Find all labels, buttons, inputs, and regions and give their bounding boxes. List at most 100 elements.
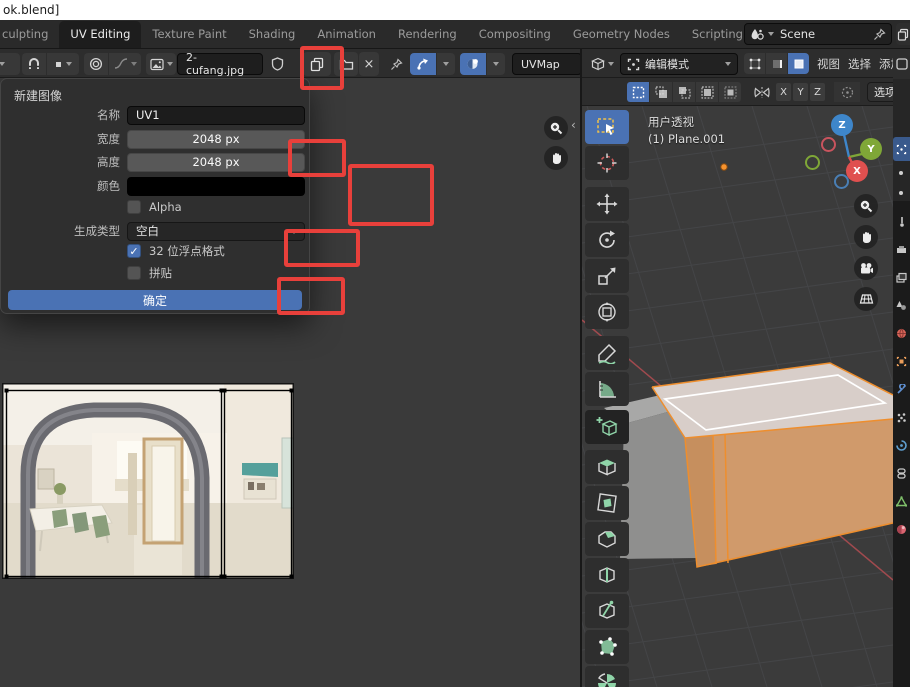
tiled-checkbox[interactable]	[127, 266, 141, 280]
select-new-button[interactable]	[627, 82, 649, 102]
select-invert-button[interactable]	[696, 82, 718, 102]
face-select-mode[interactable]	[788, 53, 809, 74]
tool-annotate[interactable]	[585, 336, 629, 370]
properties-tab-view-layer[interactable]	[896, 272, 907, 283]
vertex-select-mode[interactable]	[744, 53, 765, 74]
mirror-z-button[interactable]: Z	[810, 83, 825, 101]
tab-uv-editing[interactable]: UV Editing	[59, 21, 141, 48]
browse-image-button[interactable]	[146, 53, 176, 75]
new-image-button[interactable]	[303, 52, 331, 76]
proportional-falloff-button[interactable]	[834, 82, 860, 102]
tab-geometry-nodes[interactable]: Geometry Nodes	[562, 21, 681, 48]
gizmo-neg-y[interactable]	[805, 155, 820, 170]
tool-loop-cut[interactable]	[585, 558, 629, 592]
unlink-image-button[interactable]: ×	[359, 52, 379, 76]
tab-texture-paint[interactable]: Texture Paint	[141, 21, 237, 48]
select-subtract-button[interactable]	[673, 82, 695, 102]
uv-image-canvas[interactable]	[2, 383, 294, 579]
height-field[interactable]: 2048 px	[127, 153, 305, 172]
tool-knife[interactable]	[585, 594, 629, 628]
tool-extrude-region[interactable]	[585, 450, 629, 484]
tool-bevel[interactable]	[585, 522, 629, 556]
tab-shading[interactable]: Shading	[238, 21, 307, 48]
pin-icon[interactable]	[873, 28, 891, 41]
outliner-selected-item[interactable]	[893, 137, 910, 161]
tool-spin[interactable]	[585, 666, 629, 687]
properties-tab-output[interactable]	[896, 244, 907, 255]
properties-tab-modifiers[interactable]	[896, 384, 907, 395]
viewport-zoom-button[interactable]	[854, 194, 878, 218]
tool-measure[interactable]	[585, 372, 629, 406]
float-format-checkbox[interactable]: ✓	[127, 244, 141, 258]
properties-tab-object[interactable]	[896, 356, 907, 367]
pin-id-button[interactable]	[386, 53, 406, 75]
snap-target-dropdown[interactable]	[47, 53, 79, 75]
snap-toggle[interactable]	[22, 53, 46, 75]
generated-type-dropdown[interactable]: 空白	[127, 222, 305, 241]
viewport-editor-type-button[interactable]	[586, 53, 618, 75]
tool-poly-build[interactable]	[585, 630, 629, 664]
uv-editor-area[interactable]: ‹ 新建图像 名称 UV1 宽度 2048 px 高度 2048 px 颜色 A…	[0, 78, 580, 687]
mirror-y-button[interactable]: Y	[793, 83, 808, 101]
menu-view[interactable]: 视图	[817, 56, 840, 72]
outliner-item-dot[interactable]	[899, 191, 903, 195]
display-channels-caret[interactable]	[487, 53, 505, 75]
width-field[interactable]: 2048 px	[127, 130, 305, 149]
tab-compositing[interactable]: Compositing	[468, 21, 562, 48]
viewport-ortho-button[interactable]	[854, 287, 878, 311]
gizmo-y-ball[interactable]: Y	[860, 138, 882, 160]
mirror-x-button[interactable]: X	[776, 83, 791, 101]
uv-zoom-button[interactable]	[544, 116, 568, 140]
uv-select-mode-caret[interactable]	[437, 53, 455, 75]
tool-inset-faces[interactable]	[585, 486, 629, 520]
gizmo-neg-x[interactable]	[821, 137, 836, 152]
alpha-checkbox[interactable]	[127, 200, 141, 214]
tab-animation[interactable]: Animation	[306, 21, 387, 48]
scene-selector[interactable]: Scene	[744, 23, 892, 45]
mirror-toggle[interactable]	[750, 82, 774, 102]
tab-scripting[interactable]: Scripting	[681, 21, 754, 48]
properties-tab-world[interactable]	[896, 328, 907, 339]
properties-tab-particles[interactable]	[896, 412, 907, 423]
menu-add[interactable]: 添加	[879, 56, 893, 72]
tool-3d-cursor[interactable]	[585, 146, 629, 180]
tool-add-cube[interactable]	[585, 410, 629, 444]
new-image-dialog[interactable]: 新建图像 名称 UV1 宽度 2048 px 高度 2048 px 颜色 Alp…	[0, 78, 310, 314]
falloff-dropdown[interactable]	[109, 53, 141, 75]
uv-select-mode-button[interactable]	[410, 53, 436, 75]
navigation-gizmo[interactable]: Z Y X	[805, 112, 885, 192]
color-swatch[interactable]	[127, 177, 305, 196]
tool-transform[interactable]	[585, 295, 629, 329]
proportional-edit-toggle[interactable]	[84, 53, 108, 75]
uv-sidebar-toggle[interactable]: ‹	[571, 118, 576, 132]
properties-tab-constraints[interactable]	[896, 468, 907, 479]
gizmo-z-ball[interactable]: Z	[831, 114, 853, 136]
tab-rendering[interactable]: Rendering	[387, 21, 468, 48]
uv-editor-type-button[interactable]	[0, 53, 20, 75]
menu-select[interactable]: 选择	[848, 56, 871, 72]
select-extend-button[interactable]	[650, 82, 672, 102]
properties-tab-data[interactable]	[896, 496, 907, 507]
open-image-button[interactable]	[334, 52, 358, 76]
ok-button[interactable]: 确定	[8, 290, 302, 310]
tool-rotate[interactable]	[585, 223, 629, 257]
image-name-field[interactable]: 2-cufang.jpg	[177, 53, 263, 75]
scene-name[interactable]: Scene	[774, 27, 873, 41]
select-intersect-button[interactable]	[719, 82, 741, 102]
edge-select-mode[interactable]	[766, 53, 787, 74]
uv-map-field[interactable]: UVMap	[512, 53, 582, 75]
uv-pan-button[interactable]	[544, 146, 568, 170]
tool-move[interactable]	[585, 187, 629, 221]
outliner-item-dot[interactable]	[899, 171, 903, 175]
properties-tab-tool[interactable]	[896, 216, 907, 227]
viewport-camera-button[interactable]	[854, 256, 878, 280]
display-channels-button[interactable]	[460, 53, 486, 75]
tool-scale[interactable]	[585, 259, 629, 293]
new-scene-button[interactable]	[896, 23, 910, 45]
gizmo-x-ball[interactable]: X	[846, 160, 868, 182]
tab-sculpting[interactable]: culpting	[0, 21, 59, 48]
tool-select-box[interactable]	[585, 110, 629, 144]
name-field[interactable]: UV1	[127, 106, 305, 125]
properties-tab-material[interactable]	[896, 524, 907, 535]
fake-user-toggle[interactable]	[266, 53, 288, 75]
